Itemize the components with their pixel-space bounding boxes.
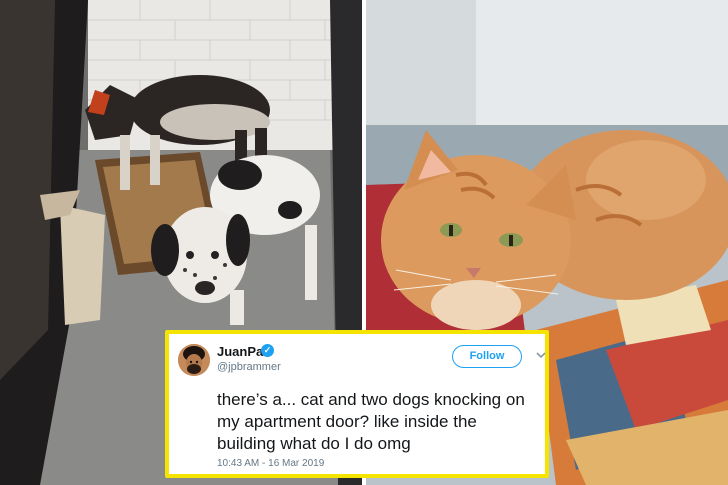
verified-badge-icon: ✓	[261, 344, 274, 357]
avatar[interactable]	[178, 344, 210, 376]
tweet-timestamp[interactable]: 10:43 AM - 16 Mar 2019	[217, 458, 324, 469]
tweet-card: JuanPa ✓ @jpbrammer Follow there’s a... …	[165, 330, 549, 478]
chevron-down-icon[interactable]	[535, 348, 547, 360]
follow-button[interactable]: Follow	[452, 345, 522, 368]
user-handle[interactable]: @jpbrammer	[217, 361, 281, 373]
display-name[interactable]: JuanPa	[217, 344, 263, 359]
tweet-text: there’s a... cat and two dogs knocking o…	[217, 390, 525, 453]
